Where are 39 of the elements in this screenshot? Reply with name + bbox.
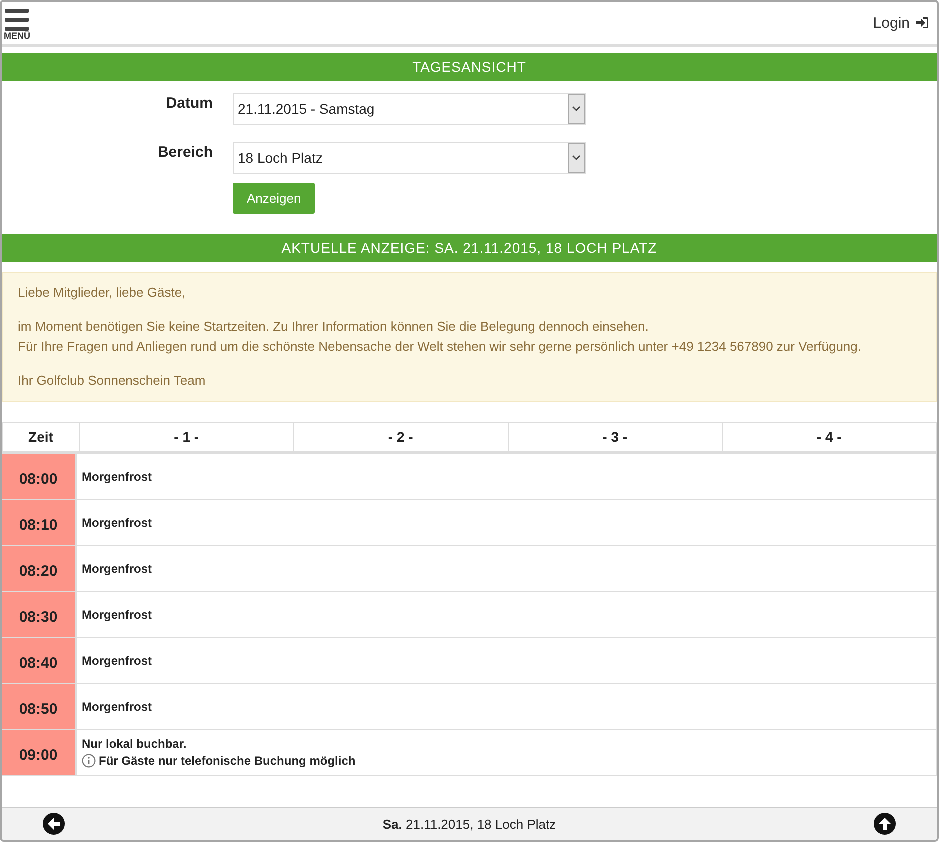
current-view-bar: AKTUELLE ANZEIGE: SA. 21.11.2015, 18 LOCH PLATZ [2,234,937,262]
arrow-left-icon[interactable] [43,813,65,835]
notice-text: im Moment benötigen Sie keine Startzeiten. Zu Ihrer Information können Sie die Belegung dennoch einsehen. [18,319,650,334]
field-label: Datum [165,94,213,112]
caret-icon [572,155,581,161]
slot-cell-text: Morgenfrost [81,468,153,486]
menu-icon [5,9,30,31]
slot-cell-text: Morgenfrost [81,698,153,716]
time-cell: 08:50 [2,684,77,729]
caret-icon [572,106,581,112]
column-header: - 1 - [79,423,294,451]
notice-text: Liebe Mitglieder, liebe Gäste, [18,285,187,300]
select-field[interactable]: 18 Loch Platz [233,142,586,174]
time-cell: 09:00 [2,730,77,775]
time-cell: 08:20 [2,546,77,591]
login-link[interactable]: Login [873,14,937,32]
notice-text: Für Ihre Fragen und Anliegen rund um die schönste Nebensache der Welt stehen wir sehr gerne persönlich unter +49 1234 567890 zur Verfügung. [18,339,862,354]
info-icon [82,754,96,768]
column-header: - 4 - [722,423,936,451]
footer-text: Sa. 21.11.2015, 18 Loch Platz [382,816,556,832]
column-header: - 3 - [508,423,722,451]
time-cell: 08:00 [2,454,77,499]
slot-cell-text: Nur lokal buchbar. Für Gäste nur telefonische Buchung möglich [81,736,357,770]
slot-cell-text: Morgenfrost [81,606,153,624]
menu-button[interactable]: MENÜ [2,5,30,41]
time-cell: 08:40 [2,638,77,683]
arrow-up-icon[interactable] [874,813,896,835]
time-cell: 08:30 [2,592,77,637]
section-title-bar: TAGESANSICHT [2,53,937,81]
time-cell: 08:10 [2,500,77,545]
slot-cell-text: Morgenfrost [81,652,153,670]
select-field[interactable]: 21.11.2015 - Samstag [233,93,586,125]
column-header: Zeit [28,428,54,447]
slot-cell-text: Morgenfrost [81,560,153,578]
column-header: - 2 - [293,423,508,451]
slot-cell-text: Morgenfrost [81,514,153,532]
notice-text: Ihr Golfclub Sonnenschein Team [18,373,207,388]
field-label: Bereich [156,143,213,161]
sign-in-icon [916,17,929,29]
